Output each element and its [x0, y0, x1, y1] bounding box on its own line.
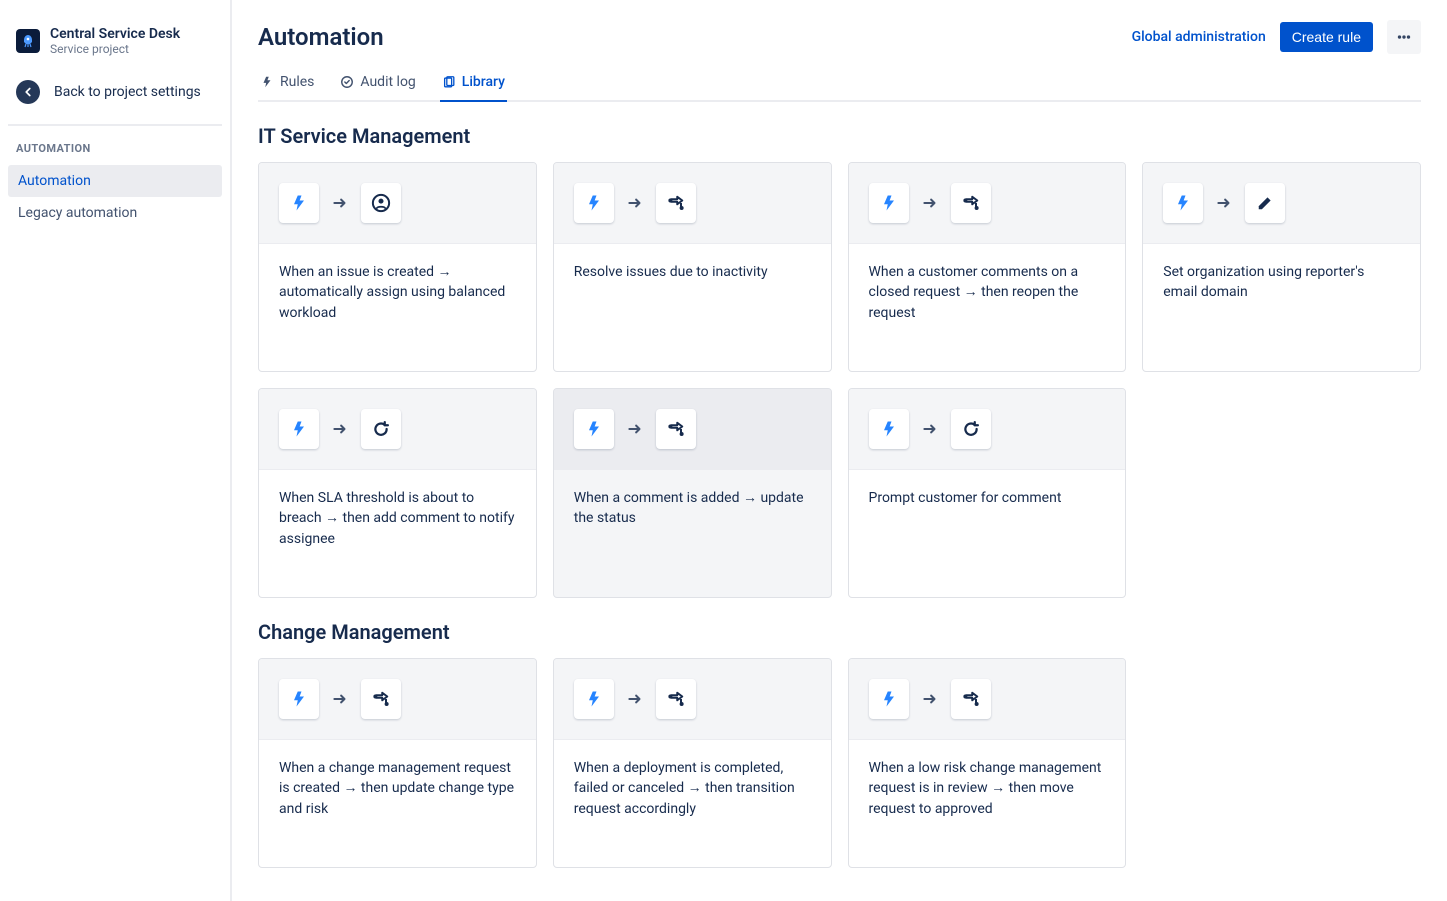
page-header: Automation Global administration Create … [258, 20, 1421, 54]
global-administration-link[interactable]: Global administration [1132, 29, 1266, 45]
card-header [849, 659, 1126, 740]
trigger-bolt-icon [279, 409, 319, 449]
card-header [849, 389, 1126, 470]
template-card[interactable]: When a comment is added → update the sta… [553, 388, 832, 598]
more-icon [1395, 28, 1413, 46]
transition-icon [951, 679, 991, 719]
sections-container: IT Service Management When an issue is c… [258, 124, 1421, 868]
card-header [849, 163, 1126, 244]
card-header [259, 659, 536, 740]
card-description: When a comment is added → update the sta… [554, 470, 831, 597]
arrow-icon [626, 420, 644, 438]
arrow-icon [626, 194, 644, 212]
more-actions-button[interactable] [1387, 20, 1421, 54]
trigger-bolt-icon [1163, 183, 1203, 223]
trigger-bolt-icon [869, 183, 909, 223]
transition-icon [656, 183, 696, 223]
page-title: Automation [258, 23, 384, 51]
sidebar-nav: AutomationLegacy automation [8, 165, 222, 229]
trigger-bolt-icon [869, 409, 909, 449]
refresh-icon [361, 409, 401, 449]
sidebar-divider [8, 124, 222, 126]
card-description: When a customer comments on a closed req… [849, 244, 1126, 371]
transition-icon [361, 679, 401, 719]
template-card[interactable]: When a deployment is completed, failed o… [553, 658, 832, 868]
trigger-bolt-icon [869, 679, 909, 719]
card-description: When a deployment is completed, failed o… [554, 740, 831, 867]
header-actions: Global administration Create rule [1132, 20, 1421, 54]
sidebar-item-automation[interactable]: Automation [8, 165, 222, 197]
template-card[interactable]: Resolve issues due to inactivity [553, 162, 832, 372]
back-to-settings[interactable]: Back to project settings [8, 68, 222, 116]
tabs: Rules Audit log Library [258, 68, 1421, 102]
card-header [554, 389, 831, 470]
project-icon [16, 29, 40, 53]
sidebar-section-title: AUTOMATION [8, 142, 222, 161]
card-header [554, 163, 831, 244]
card-description: When a change management request is crea… [259, 740, 536, 867]
project-name: Central Service Desk [50, 26, 180, 42]
bolt-icon [260, 75, 274, 89]
arrow-icon [331, 690, 349, 708]
arrow-icon [626, 690, 644, 708]
template-card[interactable]: When SLA threshold is about to breach → … [258, 388, 537, 598]
card-description: Set organization using reporter's email … [1143, 244, 1420, 371]
template-card[interactable]: When a low risk change management reques… [848, 658, 1127, 868]
main-content: Automation Global administration Create … [232, 0, 1447, 901]
tab-rules[interactable]: Rules [258, 68, 316, 102]
transition-icon [951, 183, 991, 223]
refresh-icon [951, 409, 991, 449]
tab-library[interactable]: Library [440, 68, 507, 102]
transition-icon [656, 679, 696, 719]
sidebar-item-legacy-automation[interactable]: Legacy automation [8, 197, 222, 229]
arrow-icon [921, 194, 939, 212]
arrow-icon [921, 420, 939, 438]
card-header [259, 389, 536, 470]
arrow-icon [921, 690, 939, 708]
card-description: When SLA threshold is about to breach → … [259, 470, 536, 597]
card-grid: When a change management request is crea… [258, 658, 1421, 868]
section-title: IT Service Management [258, 124, 1421, 148]
create-rule-button[interactable]: Create rule [1280, 22, 1373, 52]
transition-icon [656, 409, 696, 449]
project-type: Service project [50, 42, 180, 56]
card-description: Prompt customer for comment [849, 470, 1126, 597]
card-header [554, 659, 831, 740]
card-description: When a low risk change management reques… [849, 740, 1126, 867]
back-arrow-icon [16, 80, 40, 104]
card-description: Resolve issues due to inactivity [554, 244, 831, 371]
section-title: Change Management [258, 620, 1421, 644]
back-label: Back to project settings [54, 84, 201, 100]
tab-audit-log[interactable]: Audit log [338, 68, 417, 102]
card-header [259, 163, 536, 244]
template-card[interactable]: When a change management request is crea… [258, 658, 537, 868]
trigger-bolt-icon [279, 183, 319, 223]
template-card[interactable]: Set organization using reporter's email … [1142, 162, 1421, 372]
trigger-bolt-icon [574, 409, 614, 449]
card-grid: When an issue is created → automatically… [258, 162, 1421, 598]
trigger-bolt-icon [574, 679, 614, 719]
library-icon [442, 75, 456, 89]
project-header[interactable]: Central Service Desk Service project [8, 20, 222, 64]
card-description: When an issue is created → automatically… [259, 244, 536, 371]
check-circle-icon [340, 75, 354, 89]
arrow-icon [331, 194, 349, 212]
template-card[interactable]: Prompt customer for comment [848, 388, 1127, 598]
arrow-icon [1215, 194, 1233, 212]
arrow-icon [331, 420, 349, 438]
card-header [1143, 163, 1420, 244]
sidebar: Central Service Desk Service project Bac… [0, 0, 232, 901]
template-card[interactable]: When a customer comments on a closed req… [848, 162, 1127, 372]
trigger-bolt-icon [279, 679, 319, 719]
assign-user-icon [361, 183, 401, 223]
template-card[interactable]: When an issue is created → automatically… [258, 162, 537, 372]
trigger-bolt-icon [574, 183, 614, 223]
edit-icon [1245, 183, 1285, 223]
